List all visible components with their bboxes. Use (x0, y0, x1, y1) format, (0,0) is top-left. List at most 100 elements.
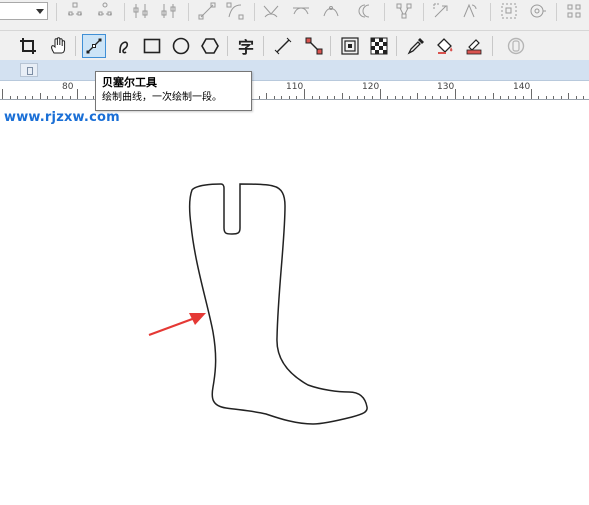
ruler-tick (455, 89, 456, 99)
ruler-label: 130 (437, 82, 455, 92)
eyedropper-icon (407, 38, 424, 55)
delete-node-icon[interactable] (96, 2, 114, 20)
ruler-label: 120 (362, 82, 380, 92)
outline-tool[interactable] (504, 34, 528, 58)
ruler-tick (40, 93, 41, 99)
ruler-label: 80 (62, 82, 74, 92)
add-node-icon[interactable] (66, 2, 84, 20)
toolbox-separator (227, 36, 228, 56)
node-align-icon[interactable] (132, 2, 150, 20)
site-watermark: www.rjzxw.com (4, 110, 120, 125)
line-to-curve-icon[interactable] (226, 2, 244, 20)
polygon-tool[interactable] (198, 34, 222, 58)
symmetric-node-icon[interactable] (322, 2, 340, 20)
ruler-tick (470, 96, 471, 99)
ruler-tick (395, 96, 396, 99)
extract-subpath-icon[interactable] (395, 2, 413, 20)
elastic-mode-icon[interactable] (528, 2, 546, 20)
ruler-label: 110 (286, 82, 304, 92)
select-all-nodes-icon[interactable] (500, 2, 518, 20)
toolbar-separator (490, 3, 491, 21)
canvas-svg (148, 183, 368, 425)
ellipse-tool[interactable] (169, 34, 193, 58)
toolbar-separator (423, 3, 424, 21)
connector-tool[interactable] (302, 34, 326, 58)
text-icon: 字 (237, 38, 254, 57)
boot-outline[interactable] (188, 183, 368, 425)
ruler-tick (266, 93, 267, 99)
toolbox-separator (75, 36, 76, 56)
contour-tool[interactable] (338, 34, 362, 58)
ruler-tick (2, 89, 3, 99)
ruler-tick (47, 96, 48, 99)
ruler-tick (447, 96, 448, 99)
rectangle-icon (143, 38, 161, 54)
ruler-tick (32, 96, 33, 99)
fill-icon (437, 38, 453, 54)
ruler-tick (281, 96, 282, 99)
smooth-node-icon[interactable] (292, 2, 310, 20)
pan-tool[interactable] (46, 34, 70, 58)
ruler-tick (319, 96, 320, 99)
bezier-icon (86, 38, 102, 54)
curve-to-line-icon[interactable] (198, 2, 216, 20)
ruler-tick (304, 89, 305, 99)
ruler-tick (55, 96, 56, 99)
chevron-down-icon[interactable] (36, 9, 44, 14)
reverse-direction-icon[interactable] (356, 2, 374, 20)
smart-fill-tool[interactable] (462, 34, 486, 58)
toolbox-separator (330, 36, 331, 56)
eyedropper-tool[interactable] (404, 34, 428, 58)
rectangle-tool[interactable] (140, 34, 164, 58)
cusp-node-icon[interactable] (262, 2, 280, 20)
bezier-tool[interactable] (82, 34, 106, 58)
ruler-tick (561, 96, 562, 99)
ruler-tick (485, 96, 486, 99)
toolbar-separator (56, 3, 57, 21)
ruler-tick (538, 96, 539, 99)
ruler-tick (357, 96, 358, 99)
ruler-tick (523, 96, 524, 99)
ruler-tick (500, 96, 501, 99)
tooltip-title: 贝塞尔工具 (102, 76, 157, 89)
artistic-media-tool[interactable] (111, 34, 135, 58)
toolbox-separator (492, 36, 493, 56)
reduce-nodes-icon[interactable] (565, 2, 583, 20)
rotate-nodes-icon[interactable] (460, 2, 478, 20)
ruler-tick (77, 89, 78, 99)
crop-tool[interactable] (16, 34, 40, 58)
ruler-tick (17, 96, 18, 99)
horizontal-ruler[interactable]: 80 110 120 130 140 (0, 81, 589, 100)
ruler-tick (493, 93, 494, 99)
node-distribute-icon[interactable] (160, 2, 178, 20)
ruler-tick (553, 96, 554, 99)
ruler-tick (531, 89, 532, 99)
drawing-canvas[interactable] (0, 100, 589, 501)
ruler-tick (25, 96, 26, 99)
interactive-fill-tool[interactable] (433, 34, 457, 58)
transparency-tool[interactable] (367, 34, 391, 58)
outline-icon (507, 37, 525, 55)
node-type-dropdown[interactable] (0, 2, 48, 20)
ruler-tick (296, 96, 297, 99)
ruler-tick (62, 96, 63, 99)
ruler-tick (432, 96, 433, 99)
toolbox-separator (263, 36, 264, 56)
toolbar-separator (254, 3, 255, 21)
property-bar (0, 0, 589, 31)
page-tab-button[interactable] (20, 63, 38, 77)
stretch-nodes-icon[interactable] (432, 2, 450, 20)
text-tool[interactable]: 字 (234, 34, 258, 58)
ruler-tick (463, 96, 464, 99)
tooltip-description: 绘制曲线，一次绘制一段。 (102, 92, 222, 103)
artistic-media-icon (119, 41, 129, 54)
polygon-icon (201, 38, 219, 54)
ruler-tick (410, 96, 411, 99)
ruler-tick (259, 96, 260, 99)
ruler-tick (349, 96, 350, 99)
ruler-tick (289, 96, 290, 99)
document-tab-strip (0, 60, 589, 81)
ruler-tick (402, 96, 403, 99)
dimension-tool[interactable] (271, 34, 295, 58)
ruler-tick (70, 96, 71, 99)
